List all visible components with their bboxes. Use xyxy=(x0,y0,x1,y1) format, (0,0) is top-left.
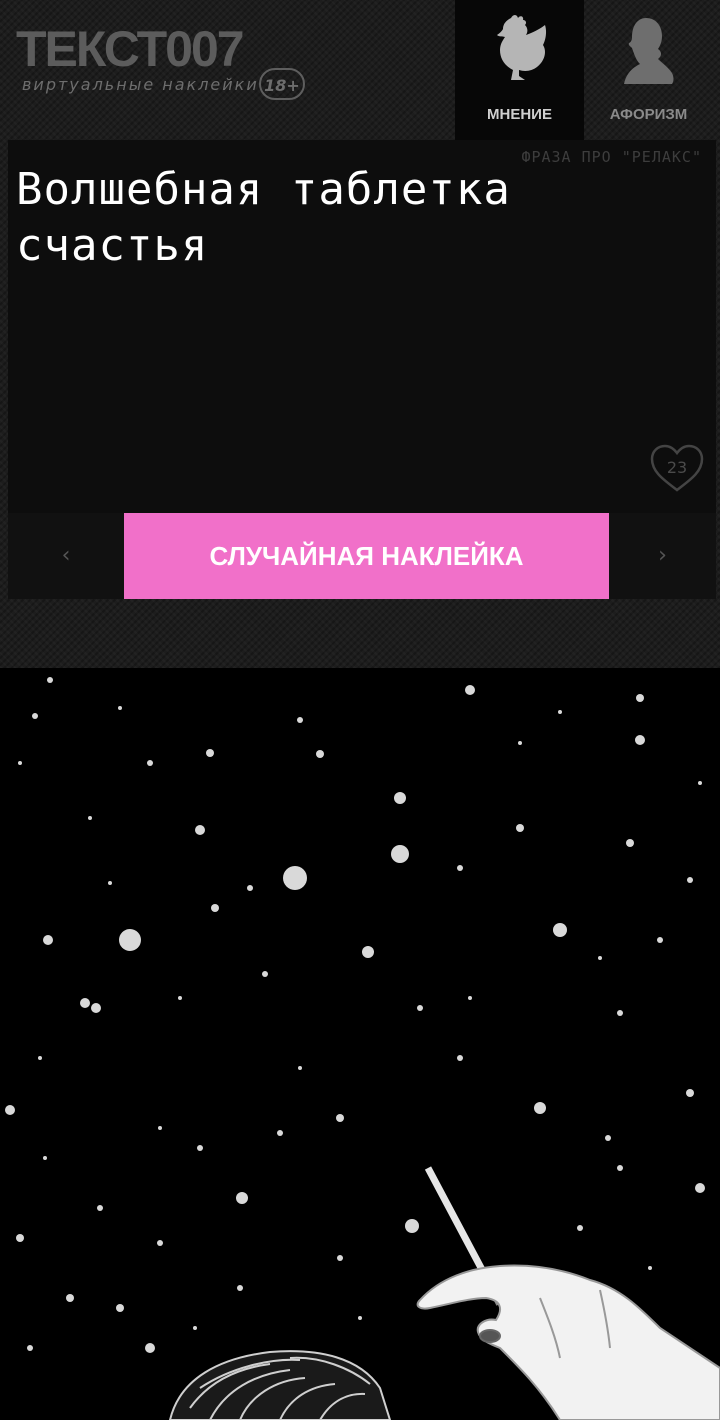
next-sticker-button[interactable]: › xyxy=(609,513,716,599)
tab-aphorism-label: АФОРИЗМ xyxy=(609,106,688,123)
sticker-phrase: Волшебная таблетка счастья xyxy=(16,164,511,271)
tab-aphorism[interactable]: АФОРИЗМ xyxy=(584,0,713,140)
site-logo[interactable]: ТЕКСТ007 виртуальные наклейки 18+ xyxy=(16,24,316,104)
logo-title: ТЕКСТ007 xyxy=(16,21,245,77)
starry-night-illustration xyxy=(0,668,720,1420)
sticker-card: ФРАЗА ПРО "РЕЛАКС" Волшебная таблетка сч… xyxy=(8,140,716,513)
random-sticker-button[interactable]: СЛУЧАЙНАЯ НАКЛЕЙКА xyxy=(124,513,609,599)
age-badge: 18+ xyxy=(259,68,305,100)
like-button[interactable]: 23 xyxy=(648,442,708,498)
like-count: 23 xyxy=(666,458,688,477)
illustration-image xyxy=(0,668,720,1420)
chevron-right-icon: › xyxy=(658,543,667,568)
portrait-silhouette-icon xyxy=(624,18,674,84)
previous-sticker-button[interactable]: ‹ xyxy=(8,513,124,599)
header-area: ТЕКСТ007 виртуальные наклейки 18+ МНЕНИЕ… xyxy=(0,0,720,668)
chevron-left-icon: ‹ xyxy=(61,543,71,568)
logo-subtitle: виртуальные наклейки xyxy=(22,75,259,94)
chicken-icon xyxy=(497,15,547,80)
tab-opinion[interactable]: МНЕНИЕ xyxy=(455,0,584,140)
tab-opinion-label: МНЕНИЕ xyxy=(487,106,552,123)
